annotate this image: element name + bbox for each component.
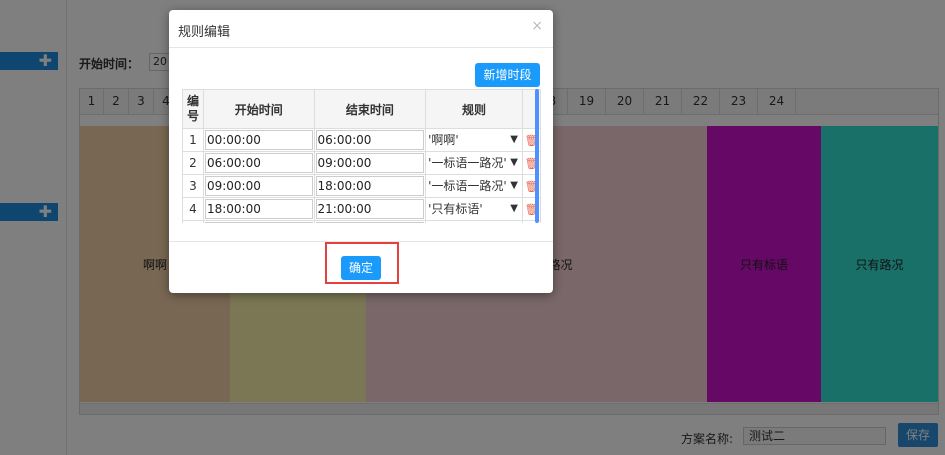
rule-select[interactable]: '一标语一路况' ▼ [427, 154, 521, 172]
end-time-input[interactable]: 21:00:00 [315, 199, 425, 219]
start-time-cell: 21:00:00 [202, 220, 315, 223]
end-time-input[interactable]: 09:00:00 [315, 153, 425, 173]
header-start-time: 开始时间 [202, 89, 315, 129]
start-time-cell: 09:00:00 [202, 174, 315, 198]
header-number: 编号 [182, 89, 204, 129]
dropdown-arrow-icon: ▼ [510, 134, 518, 145]
end-time-cell: 00:00:00 [313, 220, 427, 223]
rule-cell: '一标语一路况' ▼ [425, 174, 523, 198]
add-period-button[interactable]: 新增时段 [475, 63, 540, 87]
row-number: 1 [182, 128, 204, 152]
rule-select[interactable]: '啊啊' ▼ [427, 131, 521, 149]
rule-cell: '啊啊' ▼ [425, 128, 523, 152]
header-rule: 规则 [425, 89, 523, 129]
end-time-cell: 06:00:00 [313, 128, 427, 152]
end-time-input[interactable]: 06:00:00 [315, 130, 425, 150]
row-number: 2 [182, 151, 204, 175]
start-time-cell: 06:00:00 [202, 151, 315, 175]
rule-select[interactable]: '只有标语' ▼ [427, 200, 521, 218]
rule-cell: '只有标语' ▼ [425, 197, 523, 221]
dropdown-arrow-icon: ▼ [510, 203, 518, 214]
end-time-cell: 18:00:00 [313, 174, 427, 198]
row-number: 3 [182, 174, 204, 198]
end-time-input[interactable]: 18:00:00 [315, 176, 425, 196]
dropdown-arrow-icon: ▼ [510, 180, 518, 191]
dropdown-arrow-icon: ▼ [510, 157, 518, 168]
start-time-input[interactable]: 18:00:00 [204, 199, 313, 219]
rule-select-value: '一标语一路况' [428, 156, 507, 170]
start-time-input[interactable]: 21:00:00 [204, 222, 313, 223]
modal-header: 规则编辑 × [169, 10, 553, 48]
start-time-input[interactable]: 06:00:00 [204, 153, 313, 173]
rule-select-value: '只有标语' [428, 202, 483, 216]
start-time-cell: 18:00:00 [202, 197, 315, 221]
row-number: 4 [182, 197, 204, 221]
table-row: 4 18:00:00 21:00:00 '只有标语' ▼ 🗑 [182, 197, 541, 221]
start-time-cell: 00:00:00 [202, 128, 315, 152]
start-time-input[interactable]: 00:00:00 [204, 130, 313, 150]
rule-select-value: '啊啊' [428, 133, 459, 147]
end-time-cell: 09:00:00 [313, 151, 427, 175]
table-scrollbar[interactable] [535, 89, 539, 223]
end-time-input[interactable]: 00:00:00 [315, 222, 425, 223]
start-time-input[interactable]: 09:00:00 [204, 176, 313, 196]
rule-cell: '一标语一路况' ▼ [425, 151, 523, 175]
rule-select[interactable]: '一标语一路况' ▼ [427, 177, 521, 195]
table-row: 521:00:0000:00:00'只有路况'▼🗑 [182, 220, 541, 223]
table-row: 2 06:00:00 09:00:00 '一标语一路况' ▼ 🗑 [182, 151, 541, 175]
rule-cell: '只有路况'▼ [425, 220, 523, 223]
table-row: 3 09:00:00 18:00:00 '一标语一路况' ▼ 🗑 [182, 174, 541, 198]
table-row: 1 00:00:00 06:00:00 '啊啊' ▼ 🗑 [182, 128, 541, 152]
row-number: 5 [182, 220, 204, 223]
header-end-time: 结束时间 [313, 89, 427, 129]
rule-select-value: '一标语一路况' [428, 179, 507, 193]
end-time-cell: 21:00:00 [313, 197, 427, 221]
close-icon[interactable]: × [531, 18, 543, 34]
modal-title: 规则编辑 [178, 25, 231, 40]
rule-table: 编号 开始时间 结束时间 规则 1 00:00:00 06:00:00 '啊啊' ▼ 🗑 2… [182, 89, 541, 223]
confirm-highlight-box [325, 242, 399, 284]
